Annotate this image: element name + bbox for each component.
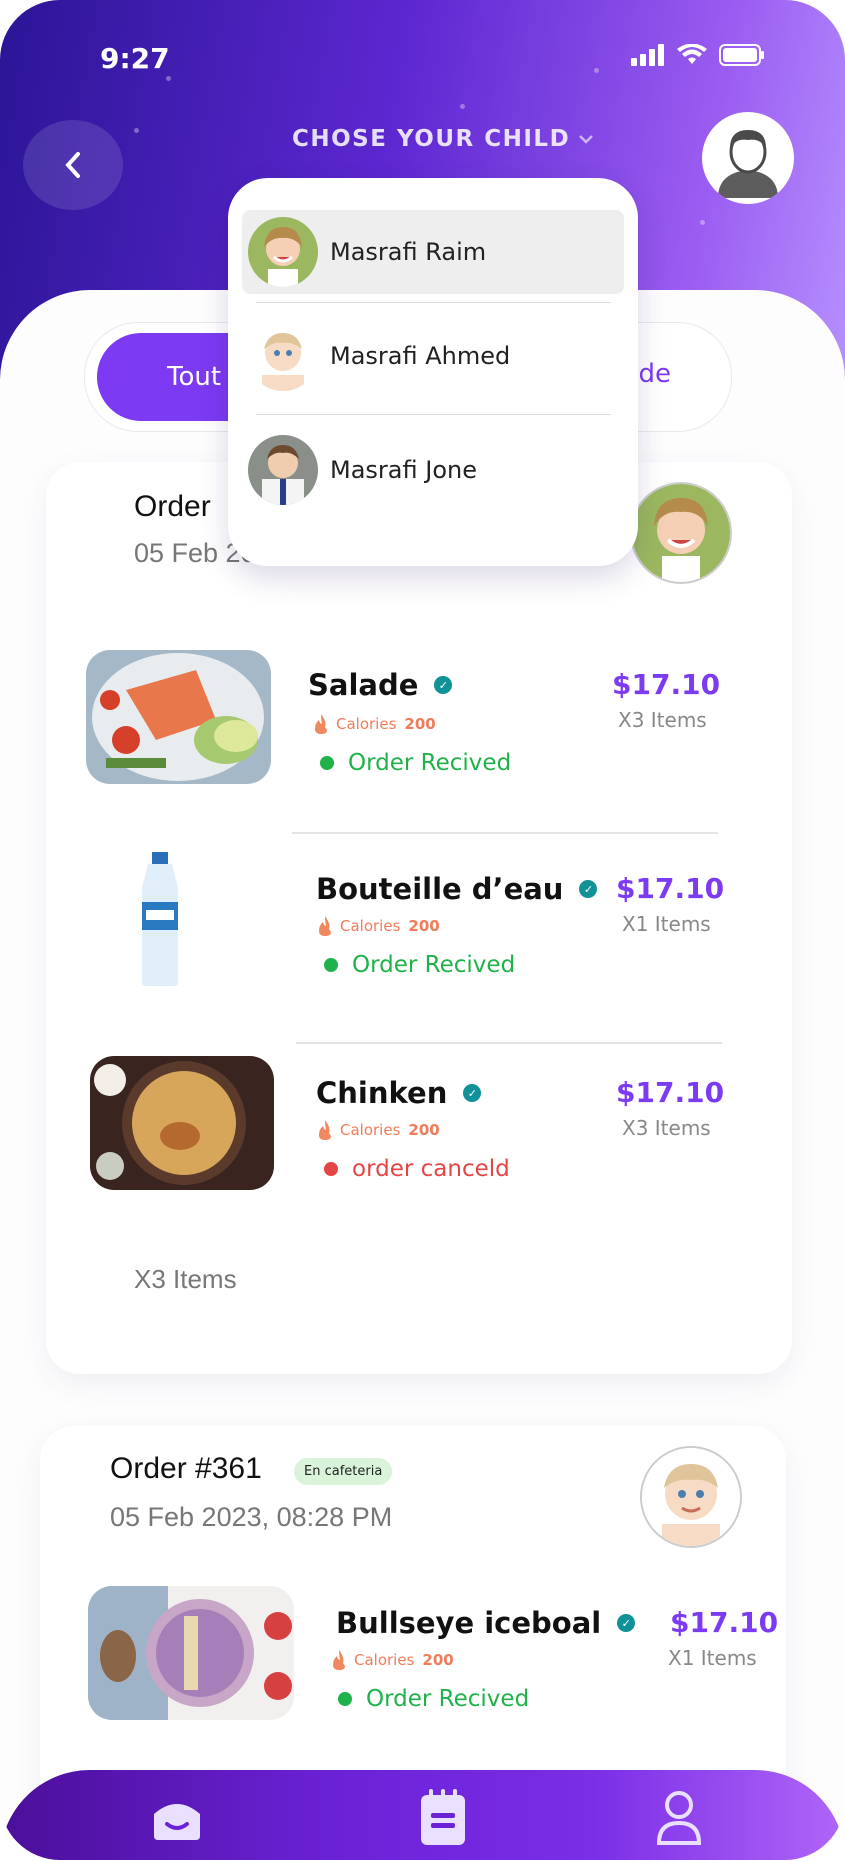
signal-icon — [631, 44, 664, 66]
item-price: $17.10 — [670, 1606, 779, 1639]
order-item[interactable]: Chinken ✓ Calories 200 order canceld $17.1… — [46, 1056, 792, 1216]
verified-icon: ✓ — [617, 1614, 636, 1632]
item-price: $17.10 — [612, 668, 721, 701]
item-price: $17.10 — [616, 872, 725, 905]
child-selector[interactable]: CHOSE YOUR CHILD — [292, 126, 594, 152]
verified-icon: ✓ — [579, 880, 598, 898]
child-avatar — [248, 435, 318, 505]
user-avatar-button[interactable] — [702, 112, 794, 204]
chicken-biryani-image — [90, 1056, 274, 1190]
order-item[interactable]: Salade ✓ Calories 200 Order Recived $17.10… — [46, 650, 792, 810]
status-time: 9:27 — [100, 42, 170, 75]
flame-icon — [333, 1650, 345, 1670]
calories: Calories 200 — [332, 1650, 454, 1670]
flame-icon — [319, 1120, 331, 1140]
nav-profile[interactable] — [644, 1782, 714, 1852]
chevron-left-icon — [65, 152, 80, 178]
child-dropdown: Masrafi Raim Masrafi Ahmed Masrafi Jone — [228, 178, 638, 566]
order-title: Order #361 — [110, 1452, 262, 1485]
order-status: Order Recived — [324, 952, 515, 978]
divider — [292, 832, 718, 834]
dropdown-item-child[interactable]: Masrafi Jone — [242, 428, 624, 512]
home-icon — [154, 1804, 200, 1840]
back-button[interactable] — [23, 120, 123, 210]
item-name: Bouteille d’eau ✓ — [316, 872, 598, 906]
divider — [256, 414, 611, 415]
status-icons — [631, 44, 765, 66]
order-status: Order Recived — [320, 750, 511, 776]
item-price: $17.10 — [616, 1076, 725, 1109]
child-avatar — [640, 1446, 742, 1548]
salad-image — [86, 650, 271, 784]
flame-icon — [315, 714, 327, 734]
dropdown-item-label: Masrafi Jone — [330, 456, 477, 484]
calories: Calories 200 — [318, 1120, 440, 1140]
dropdown-item-child[interactable]: Masrafi Raim — [242, 210, 624, 294]
flame-icon — [319, 916, 331, 936]
order-item[interactable]: Bouteille d’eau ✓ Calories 200 Order Reciv… — [46, 852, 792, 1012]
tab-tout-label: Tout — [167, 362, 222, 392]
chevron-down-icon — [579, 135, 594, 144]
tab-right[interactable]: de — [639, 359, 672, 389]
order-date: 05 Feb 2023, 08:28 PM — [110, 1502, 393, 1532]
item-qty: X3 Items — [622, 1116, 711, 1140]
dropdown-item-label: Masrafi Raim — [330, 238, 487, 266]
profile-icon — [656, 1791, 702, 1845]
child-avatar — [248, 217, 318, 287]
item-qty: X3 Items — [618, 708, 707, 732]
divider — [256, 302, 611, 303]
child-avatar — [248, 321, 318, 391]
nav-home[interactable] — [142, 1782, 212, 1852]
battery-icon — [719, 44, 764, 66]
verified-icon: ✓ — [434, 676, 453, 694]
status-badge: En cafeteria — [294, 1458, 393, 1485]
verified-icon: ✓ — [463, 1084, 482, 1102]
nav-orders[interactable] — [408, 1782, 478, 1852]
dropdown-item-label: Masrafi Ahmed — [330, 342, 511, 370]
item-name: Bullseye iceboal ✓ — [336, 1606, 636, 1640]
order-total-items: X3 Items — [134, 1264, 237, 1294]
order-item[interactable]: Bullseye iceboal ✓ Calories 200 Order Reci… — [40, 1586, 786, 1746]
order-status: Order Recived — [338, 1686, 529, 1712]
bottom-nav — [0, 1770, 845, 1860]
water-bottle-image — [134, 852, 186, 986]
smoothie-bowl-image — [88, 1586, 294, 1720]
order-status: order canceld — [324, 1156, 510, 1182]
order-card[interactable]: Order 05 Feb 20 Salade ✓ Calories 200 Orde… — [46, 462, 792, 1374]
calories: Calories 200 — [318, 916, 440, 936]
child-selector-label: CHOSE YOUR CHILD — [292, 126, 571, 152]
orders-icon — [421, 1789, 465, 1845]
calories: Calories 200 — [314, 714, 436, 734]
wifi-icon — [677, 44, 707, 64]
app-screen: 9:27 CHOSE YOUR CHILD Tout de Order 05 F… — [0, 0, 845, 1860]
divider — [296, 1042, 722, 1044]
item-qty: X1 Items — [622, 912, 711, 936]
tab-right-label: de — [638, 359, 672, 389]
dropdown-item-child[interactable]: Masrafi Ahmed — [242, 314, 624, 398]
item-qty: X1 Items — [668, 1646, 757, 1670]
child-avatar — [630, 482, 732, 584]
item-name: Salade ✓ — [308, 668, 453, 702]
order-title: Order — [134, 490, 211, 523]
user-avatar-icon — [718, 130, 778, 198]
item-name: Chinken ✓ — [316, 1076, 482, 1110]
